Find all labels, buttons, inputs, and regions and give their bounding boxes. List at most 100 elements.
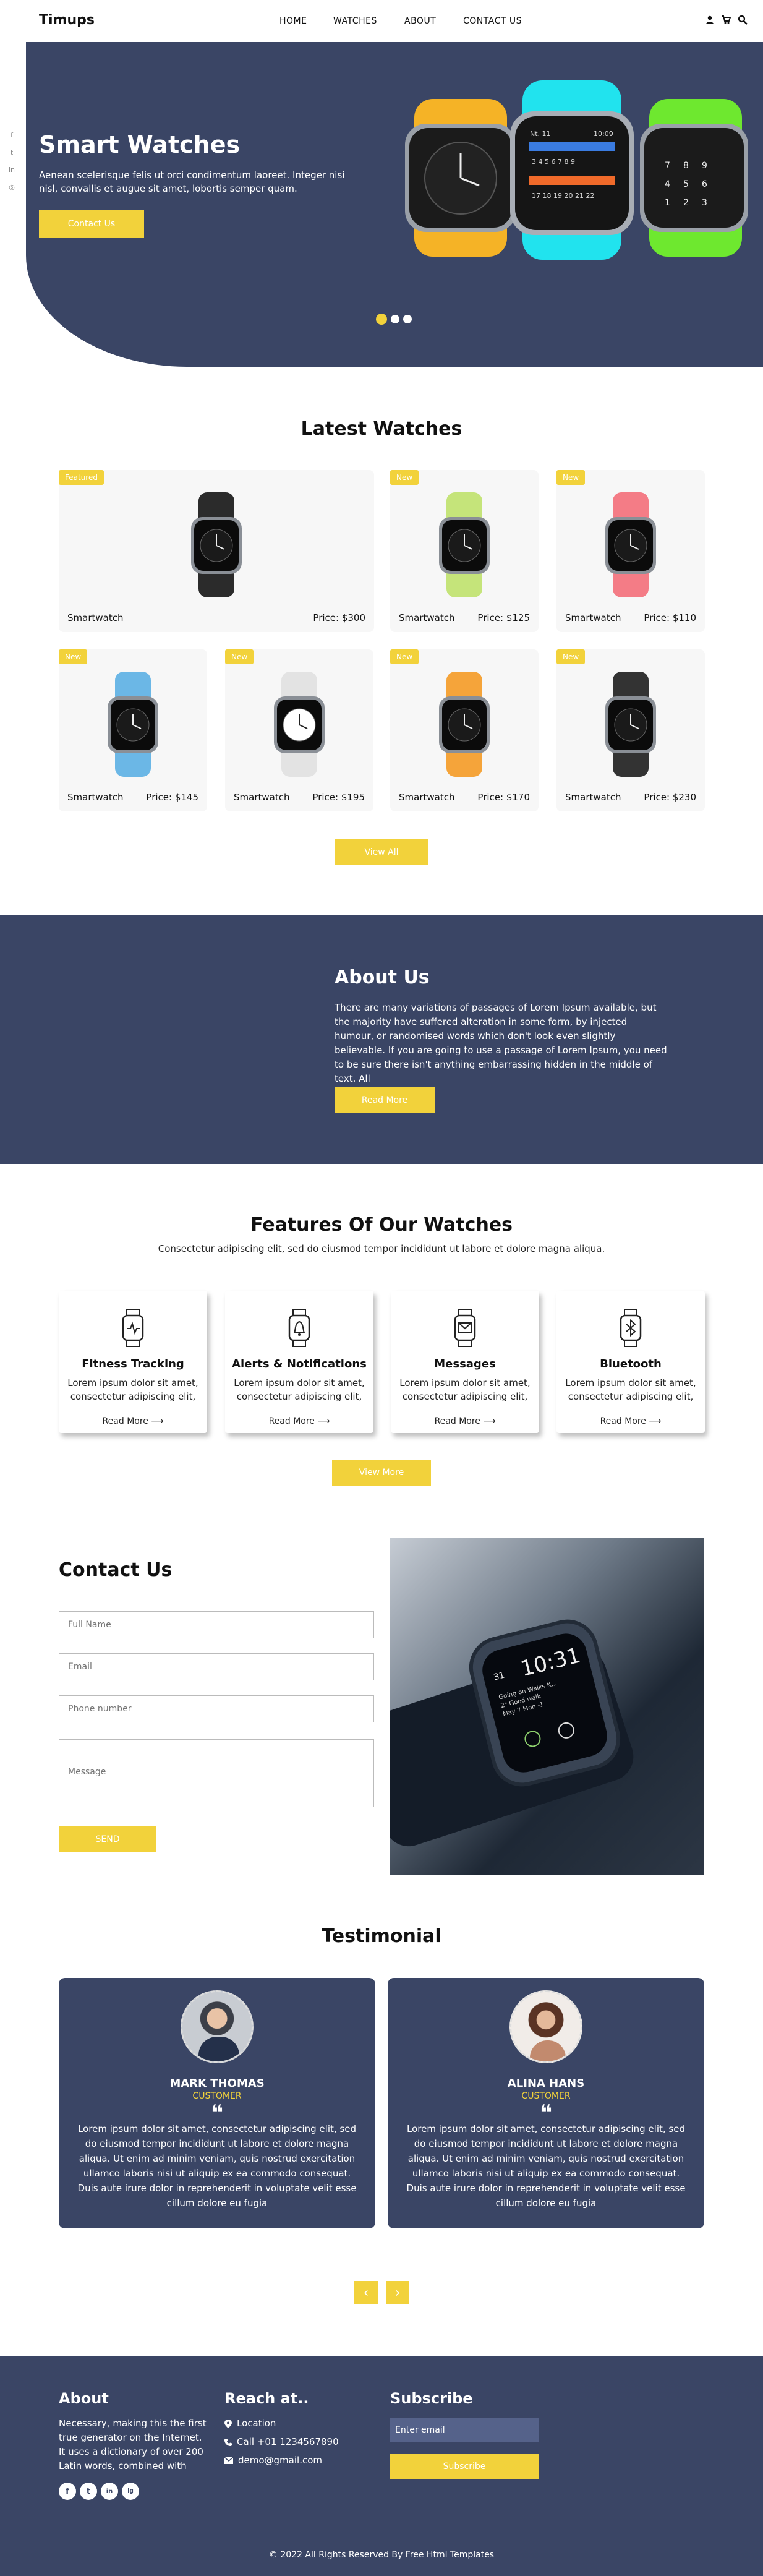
linkedin-icon[interactable]: in <box>101 2483 118 2500</box>
svg-text:3 4 5 6 7 8 9: 3 4 5 6 7 8 9 <box>532 158 575 166</box>
svg-text:2: 2 <box>683 198 689 208</box>
product-badge: New <box>390 470 419 485</box>
facebook-side-icon[interactable]: f <box>7 131 16 140</box>
product-name: Smartwatch <box>67 612 124 623</box>
product-card[interactable]: New Smartwatch Price: $170 <box>390 649 539 811</box>
footer-phone[interactable]: Call +01 1234567890 <box>224 2435 339 2449</box>
testimonial-prev-button[interactable]: ‹ <box>354 2281 378 2304</box>
product-price: Price: $110 <box>644 612 696 623</box>
feature-read-more-link[interactable]: Read More ⟶ <box>225 1416 373 1426</box>
message-textarea[interactable] <box>59 1739 374 1807</box>
svg-text:8: 8 <box>683 161 689 171</box>
svg-text:Nt. 11: Nt. 11 <box>530 130 551 138</box>
product-watch-image <box>439 492 490 597</box>
nav-about[interactable]: ABOUT <box>404 16 436 26</box>
phone-input[interactable] <box>59 1695 374 1722</box>
svg-text:7: 7 <box>665 161 670 171</box>
product-card[interactable]: New Smartwatch Price: $110 <box>556 470 705 632</box>
svg-text:5: 5 <box>683 179 689 189</box>
envelope-icon <box>224 2457 233 2464</box>
product-name: Smartwatch <box>399 792 455 803</box>
phone-icon <box>224 2438 232 2446</box>
product-badge: New <box>390 649 419 664</box>
product-price: Price: $230 <box>644 792 696 803</box>
feature-text: Lorem ipsum dolor sit amet, consectetur … <box>67 1377 198 1402</box>
feature-read-more-link[interactable]: Read More ⟶ <box>391 1416 539 1426</box>
full-name-input[interactable] <box>59 1611 374 1638</box>
nav-watches[interactable]: WATCHES <box>333 16 377 26</box>
testimonial-title: Testimonial <box>322 1925 441 1947</box>
nav-home[interactable]: HOME <box>279 16 307 26</box>
subscribe-button[interactable]: Subscribe <box>390 2454 539 2479</box>
feature-read-more-link[interactable]: Read More ⟶ <box>59 1416 207 1426</box>
instagram-icon[interactable]: ig <box>122 2483 139 2500</box>
hero-contact-button[interactable]: Contact Us <box>39 210 144 238</box>
product-watch-image <box>108 672 158 777</box>
product-badge: New <box>556 470 586 485</box>
product-price: Price: $145 <box>146 792 198 803</box>
instagram-side-icon[interactable]: ◎ <box>7 183 16 192</box>
feature-text: Lorem ipsum dolor sit amet, consectetur … <box>399 1377 531 1402</box>
watch-icon <box>122 1309 144 1347</box>
latest-title: Latest Watches <box>301 418 462 440</box>
product-card[interactable]: New Smartwatch Price: $125 <box>390 470 539 632</box>
product-card[interactable]: New Smartwatch Price: $230 <box>556 649 705 811</box>
product-card[interactable]: New Smartwatch Price: $195 <box>225 649 373 811</box>
site-header: Timups HOME WATCHES ABOUT CONTACT US <box>0 0 763 42</box>
about-read-more-button[interactable]: Read More <box>335 1087 435 1113</box>
about-title: About Us <box>335 967 430 988</box>
product-card[interactable]: Featured Smartwatch Price: $300 <box>59 470 374 632</box>
product-name: Smartwatch <box>565 612 621 623</box>
testimonial-card-2: ALINA HANS CUSTOMER ❝ Lorem ipsum dolor … <box>388 1978 704 2228</box>
bluetooth-icon <box>620 1309 642 1347</box>
copyright: © 2022 All Rights Reserved By Free Html … <box>268 2550 495 2560</box>
svg-text:6: 6 <box>702 179 707 189</box>
footer-location[interactable]: Location <box>224 2416 276 2431</box>
feature-title: Fitness Tracking <box>82 1358 184 1371</box>
view-all-button[interactable]: View All <box>335 839 428 865</box>
testimonial-name: ALINA HANS <box>507 2077 585 2090</box>
svg-text:4: 4 <box>665 179 670 189</box>
view-more-button[interactable]: View More <box>332 1460 431 1486</box>
product-price: Price: $125 <box>477 612 530 623</box>
about-text: There are many variations of passages of… <box>335 1002 667 1084</box>
footer-email[interactable]: demo@gmail.com <box>224 2454 322 2468</box>
contact-title: Contact Us <box>59 1559 173 1581</box>
product-badge: Featured <box>59 470 104 485</box>
email-input[interactable] <box>59 1653 374 1680</box>
feature-text: Lorem ipsum dolor sit amet, consectetur … <box>565 1377 696 1402</box>
nav-contact[interactable]: CONTACT US <box>463 16 522 26</box>
testimonial-text: Lorem ipsum dolor sit amet, consectetur … <box>77 2123 357 2209</box>
facebook-icon[interactable]: f <box>59 2483 76 2500</box>
product-price: Price: $195 <box>312 792 365 803</box>
product-card[interactable]: New Smartwatch Price: $145 <box>59 649 207 811</box>
subscribe-email-input[interactable] <box>390 2418 539 2442</box>
svg-text:9: 9 <box>702 161 707 171</box>
hero-title: Smart Watches <box>39 131 241 158</box>
slide-dot-1[interactable] <box>376 314 387 325</box>
linkedin-side-icon[interactable]: in <box>7 166 16 174</box>
svg-text:17 18 19 20 21 22: 17 18 19 20 21 22 <box>532 192 594 200</box>
twitter-side-icon[interactable]: t <box>7 148 16 157</box>
testimonial-next-button[interactable]: › <box>386 2281 409 2304</box>
send-button[interactable]: SEND <box>59 1826 156 1852</box>
product-price: Price: $300 <box>313 612 365 623</box>
product-name: Smartwatch <box>399 612 455 623</box>
feature-read-more-link[interactable]: Read More ⟶ <box>556 1416 705 1426</box>
product-watch-image <box>274 672 325 777</box>
feature-card-bluetooth: Bluetooth Lorem ipsum dolor sit amet, co… <box>556 1291 705 1433</box>
cart-icon[interactable] <box>721 15 731 25</box>
testimonial-name: MARK THOMAS <box>169 2077 265 2090</box>
testimonial-role: CUSTOMER <box>521 2091 571 2101</box>
user-icon[interactable] <box>705 15 715 25</box>
twitter-icon[interactable]: t <box>80 2483 97 2500</box>
svg-text:3: 3 <box>702 198 707 208</box>
search-icon[interactable] <box>738 15 748 25</box>
slide-dot-2[interactable] <box>391 315 399 323</box>
footer-social-links: f t in ig <box>59 2483 139 2500</box>
product-badge: New <box>59 649 88 664</box>
testimonial-text: Lorem ipsum dolor sit amet, consectetur … <box>406 2123 686 2209</box>
footer-subscribe-title: Subscribe <box>390 2390 473 2407</box>
slide-dot-3[interactable] <box>403 315 412 323</box>
logo[interactable]: Timups <box>39 12 95 28</box>
